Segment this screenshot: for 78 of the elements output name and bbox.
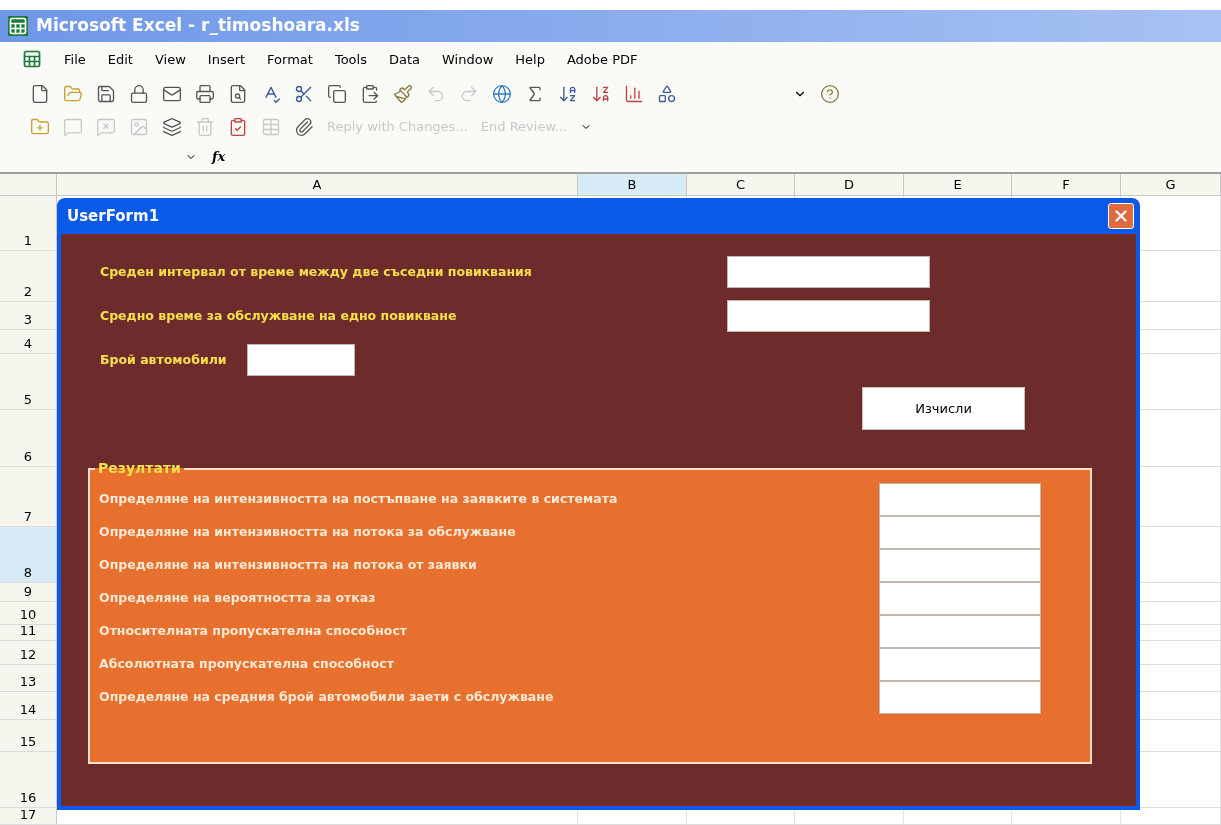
result-field[interactable] [879, 549, 1041, 582]
result-field[interactable] [879, 582, 1041, 615]
row-header[interactable]: 5 [0, 354, 57, 409]
print-icon[interactable] [195, 83, 215, 104]
column-header[interactable]: F [1012, 174, 1121, 195]
window-title: Microsoft Excel - r_timoshoara.xls [36, 13, 360, 37]
field-label: Брой автомобили [100, 350, 227, 369]
save-icon[interactable] [96, 83, 116, 104]
result-label: Абсолютната пропускателна способност [99, 655, 395, 674]
row-header[interactable]: 12 [0, 641, 57, 664]
field-label: Среден интервал от време между две съседни повиквания [100, 262, 533, 281]
close-icon [1112, 207, 1130, 225]
result-label: Определяне на интензивността на потока от заявки [99, 556, 478, 575]
lock-icon[interactable] [129, 83, 149, 104]
row-header[interactable]: 2 [0, 251, 57, 301]
menu-item[interactable]: File [64, 49, 86, 70]
result-field[interactable] [879, 648, 1041, 681]
paintbrush-icon[interactable] [393, 83, 413, 104]
calculate-button[interactable]: Изчисли [862, 387, 1025, 430]
menu-item[interactable]: Insert [207, 49, 246, 70]
folder-icon[interactable] [63, 83, 83, 104]
row-header[interactable]: 11 [0, 625, 57, 640]
row-header[interactable]: 4 [0, 330, 57, 353]
row-header[interactable]: 8 [0, 527, 57, 582]
attachment-icon[interactable] [294, 116, 314, 137]
help-icon[interactable] [820, 83, 840, 104]
print-preview-icon[interactable] [228, 83, 248, 104]
row-header[interactable]: 10 [0, 602, 57, 624]
field-label: Средно време за обслужване на едно повикване [100, 306, 458, 325]
menu-item[interactable]: Adobe PDF [566, 49, 638, 70]
row-header[interactable]: 13 [0, 665, 57, 691]
result-field[interactable] [879, 483, 1041, 516]
input-field[interactable] [246, 344, 355, 376]
row-header[interactable]: 6 [0, 410, 57, 466]
paste-icon[interactable] [360, 83, 380, 104]
menu-item[interactable]: Help [515, 49, 545, 70]
result-field[interactable] [879, 681, 1041, 714]
row-header[interactable]: 17 [0, 808, 57, 824]
input-field[interactable] [727, 256, 930, 288]
result-label: Определяне на вероятността за отказ [99, 589, 377, 608]
task-icon[interactable] [228, 116, 248, 137]
menu-item[interactable]: Window [442, 49, 494, 70]
row-header[interactable]: 1 [0, 196, 57, 250]
result-label: Определяне на интензивността на потока за обслужване [99, 523, 517, 542]
row-header[interactable]: 15 [0, 720, 57, 751]
column-header[interactable]: D [795, 174, 904, 195]
column-header[interactable]: B [578, 174, 687, 195]
close-button[interactable] [1108, 203, 1134, 229]
column-header[interactable]: G [1121, 174, 1221, 195]
menu-item[interactable]: View [154, 49, 186, 70]
result-label: Относителната пропускателна способност [99, 622, 409, 641]
menu-item[interactable]: Format [267, 49, 313, 70]
row-header[interactable]: 7 [0, 467, 57, 526]
drawing-icon[interactable] [657, 83, 677, 104]
input-field[interactable] [727, 300, 930, 332]
result-label: Определяне на интензивността на постъпване на заявките в системата [99, 490, 619, 509]
cut-icon[interactable] [294, 83, 314, 104]
menu-item[interactable]: Data [388, 49, 420, 70]
column-header[interactable]: E [904, 174, 1012, 195]
result-label: Определяне на средния брой автомобили заети с обслужване [99, 688, 555, 707]
row-header[interactable]: 14 [0, 692, 57, 719]
function-symbol[interactable]: fx [212, 147, 226, 167]
result-field[interactable] [879, 615, 1041, 648]
spreadsheet-icon [8, 15, 28, 36]
row-header[interactable]: 9 [0, 583, 57, 601]
menu-item[interactable]: Edit [107, 49, 133, 70]
column-header[interactable]: C [687, 174, 795, 195]
copy-icon[interactable] [327, 83, 347, 104]
row-header[interactable]: 16 [0, 752, 57, 807]
menu-item[interactable]: Tools [334, 49, 367, 70]
workbook-icon[interactable] [22, 49, 42, 70]
result-field[interactable] [879, 516, 1041, 549]
chart-icon[interactable] [624, 83, 644, 104]
dialog-title: UserForm1 [67, 205, 160, 227]
new-file-icon[interactable] [30, 83, 50, 104]
layers-icon[interactable] [162, 116, 182, 137]
globe-icon[interactable] [492, 83, 512, 104]
row-header[interactable]: 3 [0, 302, 57, 329]
